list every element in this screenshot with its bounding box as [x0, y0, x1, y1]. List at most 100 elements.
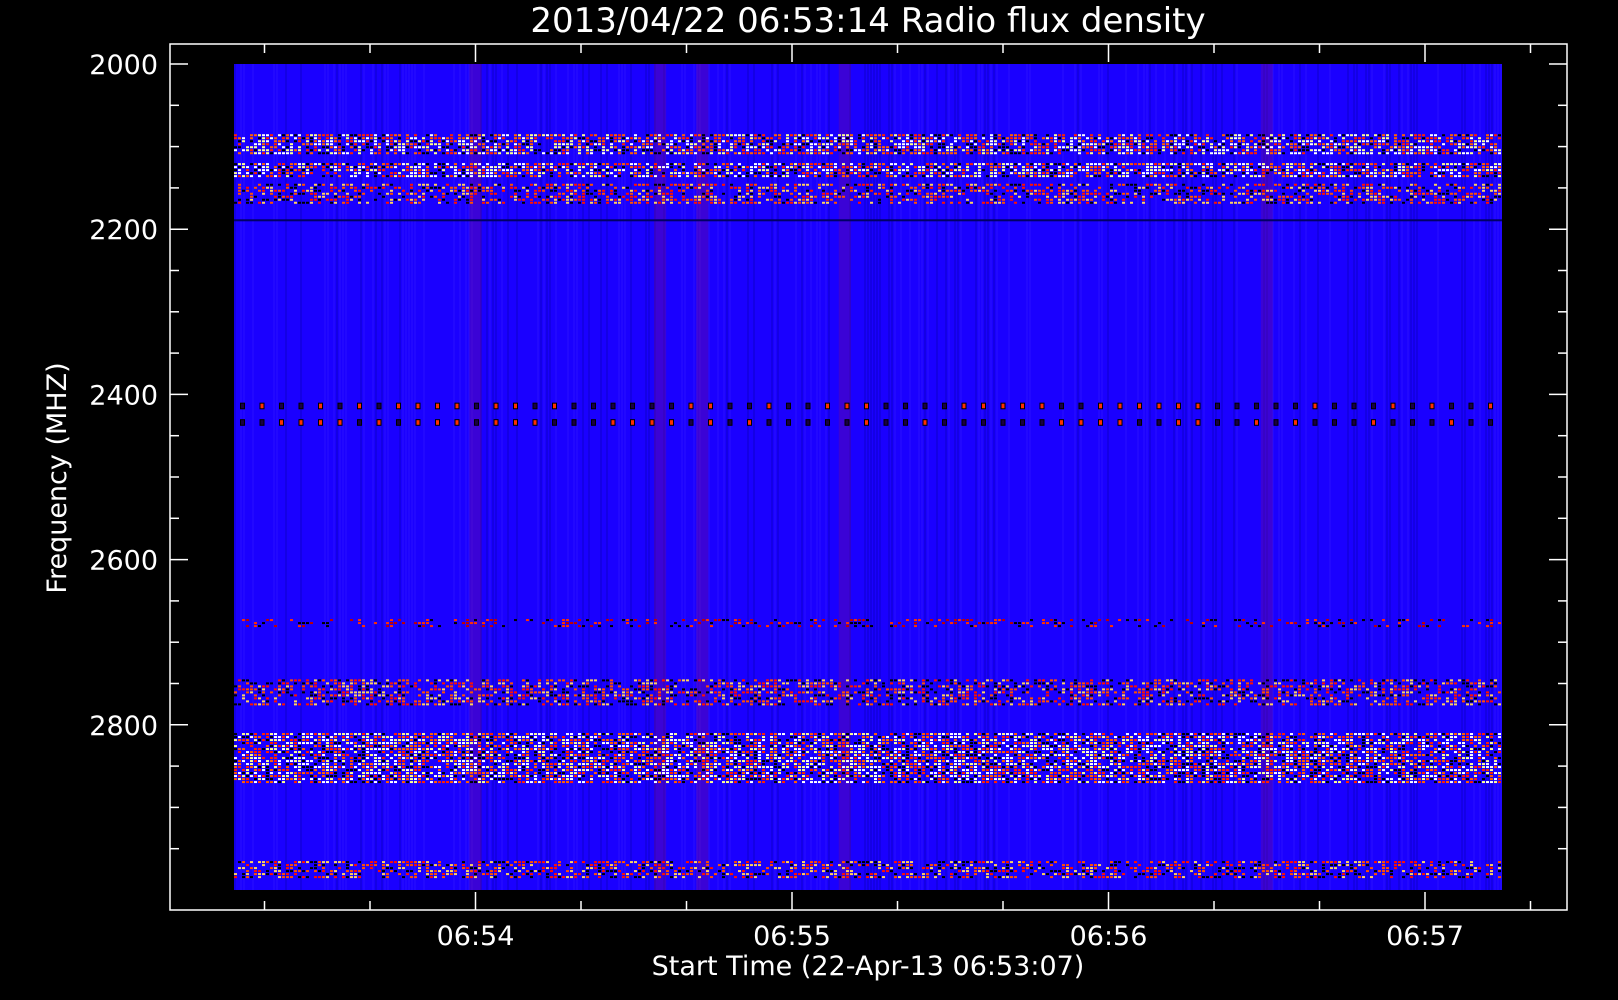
band-pixel	[910, 140, 913, 143]
band-pixel	[250, 192, 253, 195]
band-pixel	[282, 691, 285, 694]
band-pixel	[1350, 163, 1353, 166]
band-pixel	[1374, 163, 1377, 166]
band-pixel	[1458, 201, 1461, 204]
band-pixel	[318, 189, 321, 192]
band-pixel	[906, 140, 909, 143]
band-pixel	[1362, 198, 1365, 201]
band-pixel	[1222, 192, 1225, 195]
band-pixel	[930, 198, 933, 201]
band-pixel	[258, 685, 261, 688]
band-pixel	[1338, 143, 1341, 146]
band-pixel	[994, 152, 997, 155]
band-pixel	[338, 679, 341, 682]
band-pixel	[1106, 172, 1109, 175]
band-pixel	[1230, 146, 1233, 149]
plot-area	[234, 64, 1502, 890]
band-pixel	[1010, 140, 1013, 143]
band-pixel	[918, 189, 921, 192]
band-pixel	[682, 169, 685, 172]
band-pixel	[658, 134, 661, 137]
band-pixel	[1146, 172, 1149, 175]
band-pixel	[1162, 625, 1165, 628]
band-pixel	[1178, 149, 1181, 152]
band-pixel	[1494, 192, 1497, 195]
band-pixel	[1242, 201, 1245, 204]
band-pixel	[1382, 152, 1385, 155]
band-pixel	[1010, 149, 1013, 152]
band-pixel	[438, 166, 441, 169]
band-pixel	[266, 183, 269, 186]
band-pixel	[778, 134, 781, 137]
band-pixel	[866, 189, 869, 192]
band-pixel	[342, 189, 345, 192]
band-pixel	[554, 140, 557, 143]
band-pixel	[518, 166, 521, 169]
band-pixel	[1490, 172, 1493, 175]
band-pixel	[690, 625, 693, 628]
band-pixel	[1486, 172, 1489, 175]
band-pixel	[634, 134, 637, 137]
band-pixel	[906, 198, 909, 201]
band-pixel	[1262, 166, 1265, 169]
band-pixel	[1018, 137, 1021, 140]
band-pixel	[990, 163, 993, 166]
band-pixel	[918, 137, 921, 140]
band-pixel	[274, 169, 277, 172]
band-pixel	[370, 146, 373, 149]
band-pixel	[550, 175, 553, 178]
band-pixel	[1422, 625, 1425, 628]
band-pixel	[1310, 166, 1313, 169]
band-pixel	[1274, 169, 1277, 172]
band-pixel	[1262, 146, 1265, 149]
band-pixel	[566, 169, 569, 172]
band-dot-core	[1450, 420, 1453, 425]
band-pixel	[1470, 163, 1473, 166]
band-pixel	[606, 619, 609, 622]
band-pixel	[262, 622, 265, 625]
band-pixel	[1346, 169, 1349, 172]
band-pixel	[738, 175, 741, 178]
band-dot-core	[358, 420, 361, 425]
band-pixel	[330, 169, 333, 172]
band-pixel	[342, 694, 345, 697]
band-pixel	[326, 622, 329, 625]
band-pixel	[646, 622, 649, 625]
band-pixel	[790, 143, 793, 146]
band-pixel	[1170, 143, 1173, 146]
band-pixel	[578, 152, 581, 155]
band-pixel	[1490, 143, 1493, 146]
band-pixel	[634, 619, 637, 622]
band-pixel	[1150, 172, 1153, 175]
band-pixel	[906, 192, 909, 195]
band-dot-core	[377, 420, 381, 425]
band-pixel	[770, 186, 773, 189]
band-pixel	[714, 198, 717, 201]
band-pixel	[294, 149, 297, 152]
band-pixel	[1438, 201, 1441, 204]
band-pixel	[246, 169, 249, 172]
band-pixel	[1014, 143, 1017, 146]
band-pixel	[670, 175, 673, 178]
band-pixel	[1466, 175, 1469, 178]
band-pixel	[898, 192, 901, 195]
band-pixel	[794, 140, 797, 143]
band-pixel	[278, 682, 281, 685]
band-pixel	[646, 175, 649, 178]
band-pixel	[1442, 172, 1445, 175]
band-pixel	[1438, 166, 1441, 169]
band-pixel	[362, 137, 365, 140]
band-pixel	[714, 172, 717, 175]
band-pixel	[1474, 140, 1477, 143]
band-pixel	[486, 175, 489, 178]
band-pixel	[1474, 134, 1477, 137]
band-pixel	[358, 691, 361, 694]
band-pixel	[1186, 195, 1189, 198]
band-pixel	[1222, 134, 1225, 137]
band-pixel	[454, 169, 457, 172]
band-pixel	[234, 169, 237, 172]
band-pixel	[938, 172, 941, 175]
band-pixel	[1278, 198, 1281, 201]
band-pixel	[642, 166, 645, 169]
band-pixel	[398, 137, 401, 140]
